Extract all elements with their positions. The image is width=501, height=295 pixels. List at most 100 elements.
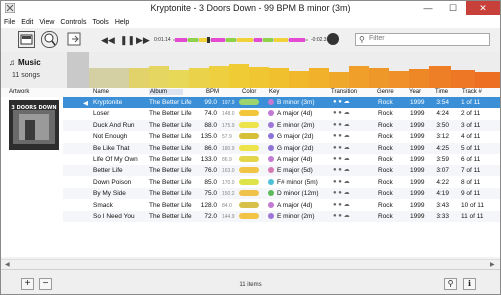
export-button[interactable]	[66, 31, 83, 48]
col-genre[interactable]: Genre	[377, 89, 394, 95]
song-row[interactable]: Life Of My Own The Better Life 133.0 86.9 A …	[63, 154, 500, 165]
song-row[interactable]: Down Poison The Better Life 85.0 170.0 F# mi…	[63, 177, 500, 188]
col-artwork[interactable]: Artwork	[9, 89, 29, 95]
elapsed-time: 0:01.14	[154, 37, 171, 43]
cell-genre: Rock	[378, 99, 393, 106]
search-input[interactable]	[369, 35, 479, 42]
cell-year: 1999	[410, 144, 425, 152]
menu-tools[interactable]: Tools	[89, 17, 111, 28]
cell-genre: Rock	[378, 201, 393, 209]
key-indicator-icon	[268, 190, 274, 197]
cell-name: Kryptonite	[93, 99, 123, 106]
info-button[interactable]: ℹ	[463, 278, 476, 290]
cell-key: F# minor (5m)	[277, 178, 318, 186]
cell-track: 11 of 11	[461, 213, 484, 220]
song-row[interactable]: So I Need You The Better Life 72.0 144.9 E m…	[63, 211, 500, 222]
cell-album: The Better Life	[149, 201, 192, 209]
col-track[interactable]: Track #	[462, 89, 482, 95]
col-bpm[interactable]: BPM	[206, 89, 219, 95]
scroll-right-icon[interactable]: ▶	[490, 261, 495, 268]
cell-album: The Better Life	[149, 99, 192, 106]
song-row[interactable]: Duck And Run The Better Life 88.0 175.9 E mi…	[63, 119, 500, 131]
col-transition[interactable]: Transition	[331, 89, 357, 95]
cell-year: 1999	[410, 121, 425, 129]
song-row[interactable]: Be Like That The Better Life 86.0 180.9 G ma…	[63, 142, 500, 154]
cell-key: A major (4d)	[277, 110, 313, 118]
col-key[interactable]: Key	[269, 89, 279, 95]
cell-time: 3:33	[436, 213, 449, 220]
cell-key: G major (2d)	[277, 133, 314, 141]
key-indicator-icon	[268, 178, 274, 185]
minimize-button[interactable]: —	[416, 1, 440, 15]
cell-year: 1999	[410, 201, 425, 209]
transition-icons: ● ● ☁	[333, 190, 350, 197]
cell-bpm: 133.0	[200, 156, 217, 163]
cell-name: By My Side	[93, 190, 126, 198]
cell-track: 5 of 11	[461, 144, 481, 152]
song-row[interactable]: Kryptonite The Better Life 99.0 197.9 B mino…	[63, 97, 500, 108]
cell-name: Life Of My Own	[93, 156, 138, 163]
cell-year: 1999	[410, 99, 425, 106]
horizontal-scrollbar[interactable]: ◀ ▶	[1, 259, 500, 269]
cell-key: E major (5d)	[277, 167, 313, 175]
song-row[interactable]: By My Side The Better Life 75.0 150.2 D mino…	[63, 188, 500, 200]
cell-album: The Better Life	[149, 144, 192, 152]
cell-time: 4:22	[436, 178, 449, 186]
scroll-left-icon[interactable]: ◀	[5, 261, 10, 268]
cell-album: The Better Life	[149, 213, 192, 220]
cell-album: The Better Life	[149, 156, 192, 163]
cell-energy: 86.9	[222, 157, 232, 163]
cell-key: G major (2d)	[277, 144, 314, 152]
previous-icon[interactable]: ◀◀	[101, 35, 115, 46]
cell-year: 1999	[410, 190, 425, 198]
col-year[interactable]: Year	[409, 89, 421, 95]
transition-icons: ● ● ☁	[333, 213, 350, 219]
song-row[interactable]: Loser The Better Life 74.0 148.0 A major (4d…	[63, 108, 500, 119]
cell-year: 1999	[410, 213, 425, 220]
pause-icon[interactable]: ❚❚	[120, 35, 135, 46]
menu-view[interactable]: View	[36, 17, 57, 28]
song-count: 11 songs	[12, 72, 40, 79]
col-name[interactable]: Name	[93, 89, 109, 95]
cell-genre: Rock	[378, 133, 393, 141]
library-title: ♫ Music	[9, 58, 41, 67]
cell-energy: 144.9	[222, 214, 235, 220]
cell-track: 4 of 11	[461, 133, 481, 141]
col-color[interactable]: Color	[242, 89, 256, 95]
menu-bar: File Edit View Controls Tools Help	[1, 17, 500, 28]
maximize-button[interactable]: ☐	[441, 1, 465, 15]
library-header: ♫ Music 11 songs	[1, 52, 500, 88]
transition-icons: ● ● ☁	[333, 201, 350, 208]
cell-genre: Rock	[378, 110, 393, 118]
col-album[interactable]: Album	[149, 89, 184, 95]
close-button[interactable]: ✕	[466, 1, 500, 15]
menu-edit[interactable]: Edit	[18, 17, 36, 28]
cell-genre: Rock	[378, 167, 393, 175]
song-row[interactable]: Better Life The Better Life 76.0 163.0 E maj…	[63, 165, 500, 177]
color-swatch	[239, 99, 259, 105]
color-swatch	[239, 144, 259, 151]
next-icon[interactable]: ▶▶	[136, 35, 150, 46]
item-count: 11 items	[239, 282, 262, 288]
transition-icons: ● ● ☁	[333, 167, 350, 174]
waveform-progress[interactable]	[173, 37, 308, 43]
energy-bars	[67, 52, 500, 88]
cell-album: The Better Life	[149, 167, 192, 175]
library-view-button[interactable]	[18, 31, 35, 48]
volume-knob-icon[interactable]	[327, 33, 339, 45]
song-row[interactable]: Smack The Better Life 128.0 84.0 A major (4d…	[63, 200, 500, 211]
song-row[interactable]: Not Enough The Better Life 135.0 57.9 G majo…	[63, 131, 500, 142]
menu-file[interactable]: File	[1, 17, 18, 28]
filter-search[interactable]: ⚲	[355, 33, 490, 46]
menu-help[interactable]: Help	[112, 17, 132, 28]
cell-time: 3:12	[436, 133, 449, 141]
search-icon-button[interactable]: ⚲	[444, 278, 457, 290]
transition-icons: ● ● ☁	[333, 99, 350, 105]
cell-energy: 163.0	[222, 168, 235, 175]
col-time[interactable]: Time	[435, 89, 448, 95]
cell-energy: 57.9	[222, 134, 232, 141]
cell-year: 1999	[410, 110, 425, 118]
cell-key: D minor (12m)	[277, 190, 319, 198]
menu-controls[interactable]: Controls	[57, 17, 89, 28]
analyze-button[interactable]	[41, 31, 58, 48]
